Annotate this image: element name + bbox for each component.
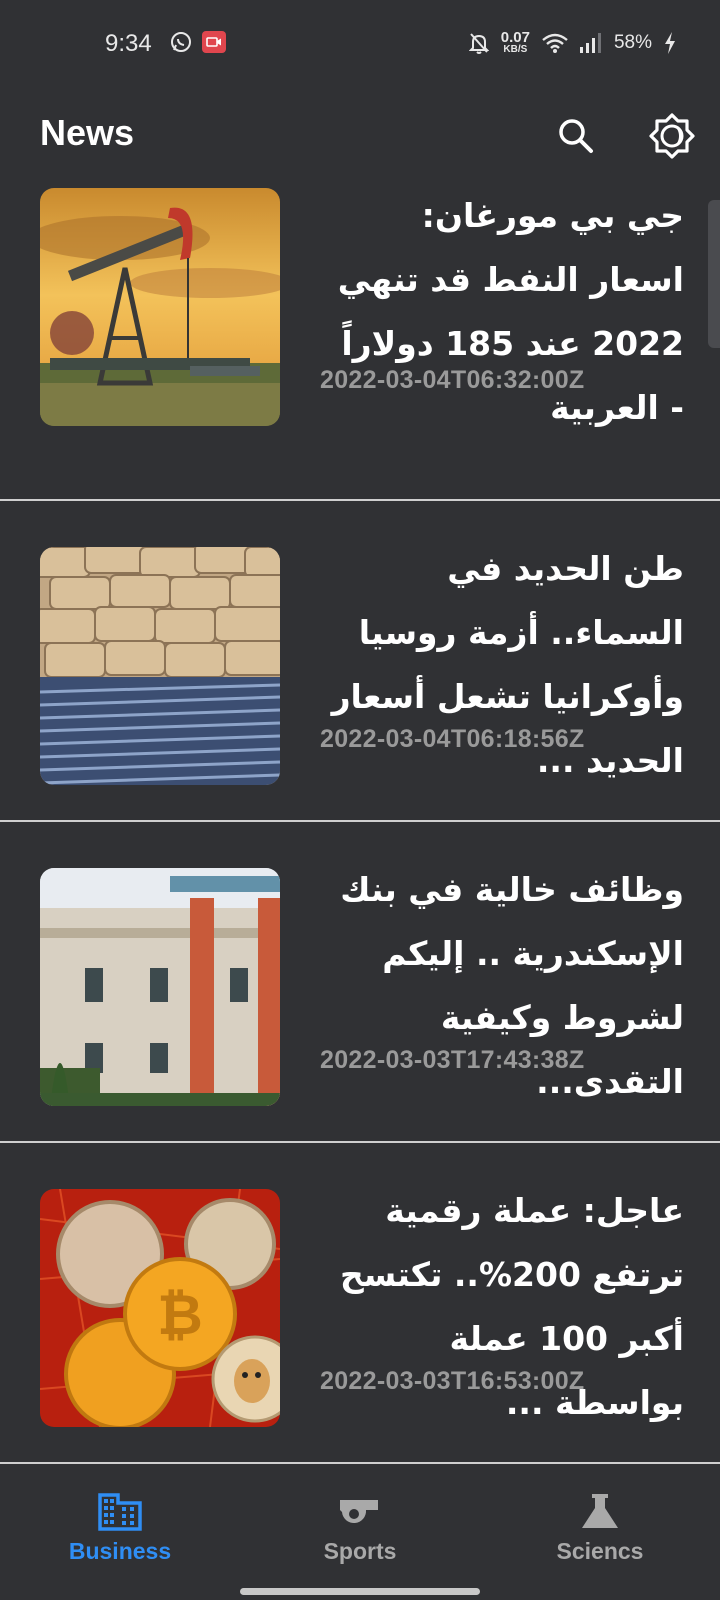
search-icon: [559, 119, 593, 153]
article-thumbnail: [40, 188, 280, 426]
news-app-screen: 9:34 0.07 KB/S 58% News جي بي مورغان: اس…: [0, 0, 720, 1600]
nav-item-business[interactable]: Business: [0, 1460, 240, 1580]
article-headline: عاجل: عملة رقمية ترتفع 200%.. تكتسح أكبر…: [339, 1191, 684, 1422]
page-title: News: [40, 112, 135, 153]
article-thumbnail: [40, 547, 280, 785]
charging-bolt-icon: [665, 31, 675, 54]
status-bar: 9:34 0.07 KB/S 58%: [0, 0, 720, 90]
article-timestamp: 2022-03-03T17:43:38Z: [320, 1046, 585, 1074]
app-bar: News: [0, 90, 720, 180]
flask-icon: [580, 1490, 620, 1534]
theme-toggle-button[interactable]: [644, 108, 700, 164]
article-timestamp: 2022-03-04T06:32:00Z: [320, 366, 585, 394]
article-thumbnail: [40, 868, 280, 1106]
network-speed: 0.07 KB/S: [501, 30, 530, 55]
mute-bell-icon: [468, 32, 489, 54]
bottom-navigation: Business Sports Sciencs: [0, 1460, 720, 1600]
oil-pumpjack-image: [40, 188, 280, 426]
news-feed: جي بي مورغان: اسعار النفط قد تنهي 2022 ع…: [0, 180, 720, 1464]
crypto-coins-image: ₿: [40, 1189, 280, 1427]
home-indicator[interactable]: [240, 1588, 480, 1595]
news-article-card[interactable]: جي بي مورغان: اسعار النفط قد تنهي 2022 ع…: [0, 180, 720, 501]
nav-item-sciences[interactable]: Sciencs: [480, 1460, 720, 1580]
signal-icon: [579, 32, 601, 53]
notification-icons: [170, 31, 226, 53]
battery-percentage: 58%: [613, 31, 652, 53]
status-time: 9:34: [105, 30, 152, 57]
nav-label-sports: Sports: [323, 1538, 397, 1564]
news-article-card[interactable]: وظائف خالية في بنك الإسكندرية .. إليكم ل…: [0, 822, 720, 1143]
article-timestamp: 2022-03-03T16:53:00Z: [320, 1367, 585, 1395]
nav-label-business: Business: [68, 1538, 172, 1564]
bank-building-image: [40, 868, 280, 1106]
article-headline: وظائف خالية في بنك الإسكندرية .. إليكم ل…: [340, 870, 684, 1101]
nav-item-sports[interactable]: Sports: [240, 1460, 480, 1580]
search-button[interactable]: [548, 108, 604, 164]
brightness-icon: [649, 113, 695, 159]
article-headline: جي بي مورغان: اسعار النفط قد تنهي 2022 ع…: [337, 196, 684, 427]
article-timestamp: 2022-03-04T06:18:56Z: [320, 725, 585, 753]
article-headline: طن الحديد في السماء.. أزمة روسيا وأوكران…: [331, 549, 684, 780]
svg-text:₿: ₿: [157, 1283, 203, 1348]
article-thumbnail: ₿: [40, 1189, 280, 1427]
wifi-icon: [542, 33, 568, 53]
news-article-card[interactable]: ₿ عاجل: عملة رقمية ترتفع 200%.. تكتسح أك…: [0, 1143, 720, 1464]
screen-recorder-icon: [202, 31, 226, 53]
status-right: 0.07 KB/S 58%: [468, 30, 676, 55]
whatsapp-icon: [171, 32, 191, 52]
news-article-card[interactable]: طن الحديد في السماء.. أزمة روسيا وأوكران…: [0, 501, 720, 822]
nav-label-sciences: Sciencs: [556, 1538, 644, 1564]
network-speed-value: 0.07: [500, 29, 530, 46]
business-building-icon: [98, 1490, 142, 1534]
network-speed-unit: KB/S: [503, 44, 528, 55]
whistle-icon: [338, 1490, 382, 1534]
cement-steel-image: [40, 547, 280, 785]
